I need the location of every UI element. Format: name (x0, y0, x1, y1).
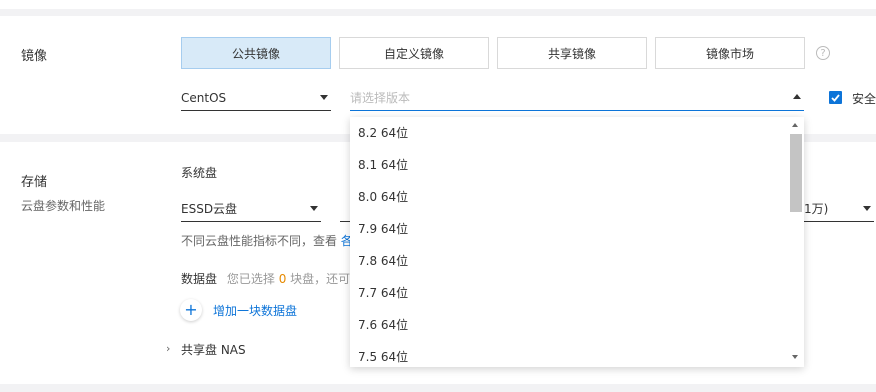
tab-label: 镜像市场 (705, 46, 754, 61)
security-checkbox-label: 安全 (852, 92, 876, 106)
perf-note-text: 不同云盘性能指标不同，查看 (181, 234, 338, 248)
add-data-disk-label[interactable]: 增加一块数据盘 (213, 302, 297, 319)
system-disk-label: 系统盘 (181, 166, 218, 180)
tab-shared-image[interactable]: 共享镜像 (497, 37, 647, 69)
image-section-label: 镜像 (21, 49, 48, 64)
security-checkbox[interactable] (829, 91, 842, 104)
tab-public-image[interactable]: 公共镜像 (181, 37, 331, 69)
data-disk-row: 数据盘 您已选择 0 块盘，还可 (181, 270, 350, 287)
shared-disk-label[interactable]: 共享盘 NAS (181, 341, 246, 358)
version-option[interactable]: 7.7 64位 (358, 283, 408, 303)
tab-label: 公共镜像 (231, 46, 280, 61)
tab-label: 自定义镜像 (383, 46, 444, 61)
data-disk-count: 0 (278, 272, 287, 286)
version-option[interactable]: 7.6 64位 (358, 315, 408, 335)
plus-icon: + (184, 300, 198, 319)
version-select-placeholder: 请选择版本 (350, 91, 411, 105)
help-glyph: ? (820, 47, 826, 59)
storage-section-sublabel: 云盘参数和性能 (21, 199, 106, 213)
version-option[interactable]: 7.9 64位 (358, 219, 408, 239)
tab-label: 共享镜像 (547, 46, 596, 61)
disk-size-input-edge[interactable] (340, 221, 350, 222)
chevron-down-icon (320, 95, 328, 100)
version-option[interactable]: 8.1 64位 (358, 155, 408, 175)
data-disk-label: 数据盘 (181, 272, 218, 286)
version-option[interactable]: 7.8 64位 (358, 251, 408, 271)
dropdown-scrollbar[interactable] (788, 117, 804, 367)
tab-custom-image[interactable]: 自定义镜像 (339, 37, 489, 69)
version-option[interactable]: 7.5 64位 (358, 347, 408, 367)
chevron-up-icon (793, 94, 801, 99)
tab-image-market[interactable]: 镜像市场 (655, 37, 805, 69)
header-strip (0, 0, 876, 9)
disk-type-value: ESSD云盘 (181, 202, 238, 216)
version-option[interactable]: 8.2 64位 (358, 123, 408, 143)
checkmark-icon (831, 93, 840, 102)
chevron-down-icon (863, 206, 871, 211)
scroll-up-icon[interactable] (792, 123, 798, 127)
version-option[interactable]: 8.0 64位 (358, 187, 408, 207)
chevron-right-icon[interactable]: › (166, 342, 170, 355)
os-select-value: CentOS (181, 90, 227, 105)
perf-note: 不同云盘性能指标不同，查看 各 (181, 232, 353, 249)
os-select[interactable]: CentOS (181, 85, 331, 111)
performance-select-value: 1万) (804, 202, 829, 216)
version-dropdown: 8.2 64位 8.1 64位 8.0 64位 7.9 64位 7.8 64位 … (350, 117, 804, 367)
disk-type-select[interactable]: ESSD云盘 (181, 196, 321, 222)
performance-select[interactable]: 1万) (804, 196, 874, 222)
scrollbar-thumb[interactable] (790, 134, 802, 212)
help-icon[interactable]: ? (816, 46, 830, 60)
add-data-disk-button[interactable]: + (180, 299, 202, 321)
scroll-down-icon[interactable] (792, 355, 798, 359)
data-disk-info-suffix: 块盘，还可 (290, 272, 351, 286)
version-select[interactable]: 请选择版本 (350, 85, 804, 111)
storage-section-label: 存储 (21, 175, 48, 190)
data-disk-info-prefix: 您已选择 (226, 272, 275, 286)
chevron-down-icon (310, 206, 318, 211)
